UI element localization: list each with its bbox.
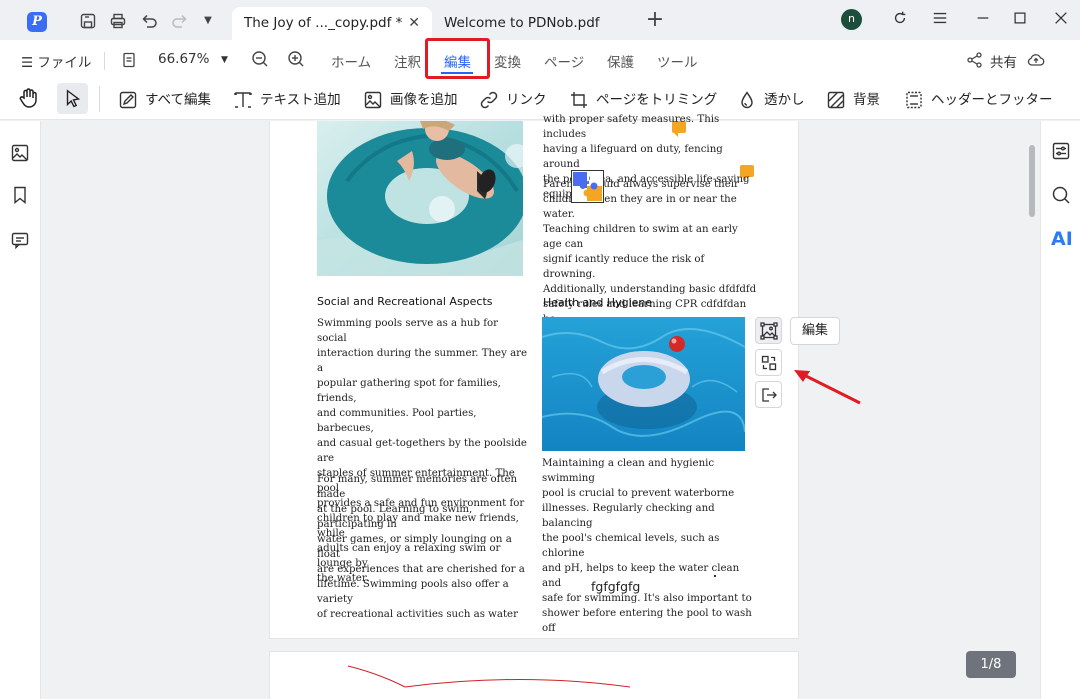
tab-label: Welcome to PDNob.pdf — [444, 15, 600, 31]
ai-assistant-icon[interactable]: AI — [1051, 229, 1073, 249]
page-indicator: 1/8 — [966, 651, 1016, 678]
avatar[interactable]: n — [841, 9, 862, 30]
highlight-box — [425, 38, 490, 79]
menu-separator — [104, 52, 105, 70]
select-tool-button[interactable] — [57, 83, 88, 114]
file-menu[interactable]: ☰ ファイル — [21, 51, 91, 71]
title-bar: P ▼ The Joy of ..._copy.pdf * ✕ Welcome … — [0, 0, 1080, 40]
tab-joy-of-copy[interactable]: The Joy of ..._copy.pdf * ✕ — [232, 7, 432, 40]
menu-annotate[interactable]: 注釈 — [394, 51, 421, 71]
comments-icon[interactable] — [10, 230, 30, 250]
menu-tools[interactable]: ツール — [657, 51, 698, 71]
watermark-icon — [741, 91, 753, 109]
cloud-upload-icon[interactable] — [1027, 51, 1045, 69]
social-paragraph-2[interactable]: For many, summer memories are often made… — [317, 472, 529, 622]
tab-close-icon[interactable]: ✕ — [408, 7, 420, 40]
maximize-icon[interactable] — [1010, 10, 1030, 30]
edit-all-label: すべて編集 — [145, 92, 212, 108]
tab-welcome-pdnob[interactable]: Welcome to PDNob.pdf — [432, 7, 632, 40]
left-sidebar — [0, 121, 41, 699]
replace-image-button[interactable] — [755, 349, 782, 376]
text-icon — [234, 92, 252, 108]
pool-float-image[interactable] — [542, 317, 745, 451]
zoom-in-icon[interactable] — [287, 50, 305, 68]
menu-protect[interactable]: 保護 — [607, 51, 634, 71]
image-icon — [364, 91, 382, 109]
app-logo-icon: P — [27, 12, 47, 32]
annotation-arrow-icon — [794, 370, 861, 405]
hand-tool-icon[interactable] — [17, 86, 41, 110]
zoom-dropdown-icon[interactable]: ▼ — [221, 55, 228, 65]
file-menu-label: ファイル — [37, 55, 92, 71]
minimize-icon[interactable] — [973, 10, 993, 30]
right-sidebar: AI — [1040, 121, 1080, 699]
export-icon — [762, 388, 777, 402]
menu-page[interactable]: ページ — [544, 51, 584, 71]
add-text-label: テキスト追加 — [260, 92, 341, 108]
toolbar-separator — [99, 86, 100, 112]
health-heading[interactable]: Health and Hygiene — [543, 296, 652, 309]
add-image-label: 画像を追加 — [390, 92, 458, 108]
image-edit-icon — [760, 322, 778, 340]
edit-tooltip[interactable]: 編集 — [790, 317, 840, 345]
quick-access-dropdown-icon[interactable]: ▼ — [199, 12, 217, 30]
tab-label: The Joy of ..._copy.pdf * — [244, 15, 403, 31]
crop-icon — [571, 92, 587, 108]
share-label[interactable]: 共有 — [990, 51, 1017, 71]
footer-dot — [714, 575, 716, 577]
search-icon[interactable] — [1051, 185, 1071, 205]
social-heading[interactable]: Social and Recreational Aspects — [317, 295, 493, 308]
link-label: リンク — [506, 92, 547, 108]
zoom-out-icon[interactable] — [251, 50, 269, 68]
pdf-page-2 — [269, 651, 799, 699]
edit-pencil-icon — [119, 91, 137, 109]
share-icon[interactable] — [966, 51, 984, 69]
page-footer-text[interactable]: fgfgfgfg — [591, 579, 640, 594]
vertical-scrollbar[interactable] — [1029, 145, 1035, 217]
menu-home[interactable]: ホーム — [331, 51, 371, 71]
print-icon[interactable] — [109, 12, 127, 30]
health-paragraph[interactable]: Maintaining a clean and hygienic swimmin… — [542, 456, 757, 636]
edit-toolbar: すべて編集 テキスト追加 画像を追加 リンク ページをトリミング 透かし 背景 … — [0, 80, 1080, 120]
replace-icon — [761, 355, 777, 371]
background-icon — [827, 91, 845, 109]
hamburger-small-icon: ☰ — [21, 55, 38, 71]
cursor-icon — [66, 89, 81, 108]
watermark-label: 透かし — [764, 92, 805, 108]
background-label: 背景 — [853, 92, 880, 108]
redo-icon[interactable] — [171, 12, 189, 30]
new-tab-button[interactable]: + — [645, 9, 665, 31]
zoom-level[interactable]: 66.67% — [158, 51, 209, 67]
menu-convert[interactable]: 変換 — [494, 51, 521, 71]
puzzle-piece-icon[interactable] — [571, 170, 604, 203]
bookmark-icon[interactable] — [10, 185, 30, 205]
undo-icon[interactable] — [140, 12, 158, 30]
header-footer-label: ヘッダーとフッター — [931, 92, 1053, 108]
thumbnails-icon[interactable] — [10, 143, 30, 163]
crop-page-label: ページをトリミング — [596, 92, 718, 108]
woman-pool-float-image[interactable] — [317, 121, 523, 276]
hamburger-menu-icon[interactable] — [930, 10, 950, 30]
menu-bar: ☰ ファイル 66.67% ▼ ホーム 注釈 変換 ページ 保護 ツール 共有 — [0, 40, 1080, 80]
sync-icon[interactable] — [890, 10, 910, 30]
link-icon — [480, 91, 498, 109]
properties-icon[interactable] — [1051, 141, 1071, 161]
header-footer-icon — [906, 91, 922, 109]
edit-image-button[interactable] — [755, 317, 782, 344]
extract-image-button[interactable] — [755, 381, 782, 408]
save-icon[interactable] — [79, 12, 97, 30]
page-view-icon[interactable] — [120, 51, 138, 69]
close-window-icon[interactable] — [1051, 10, 1071, 30]
